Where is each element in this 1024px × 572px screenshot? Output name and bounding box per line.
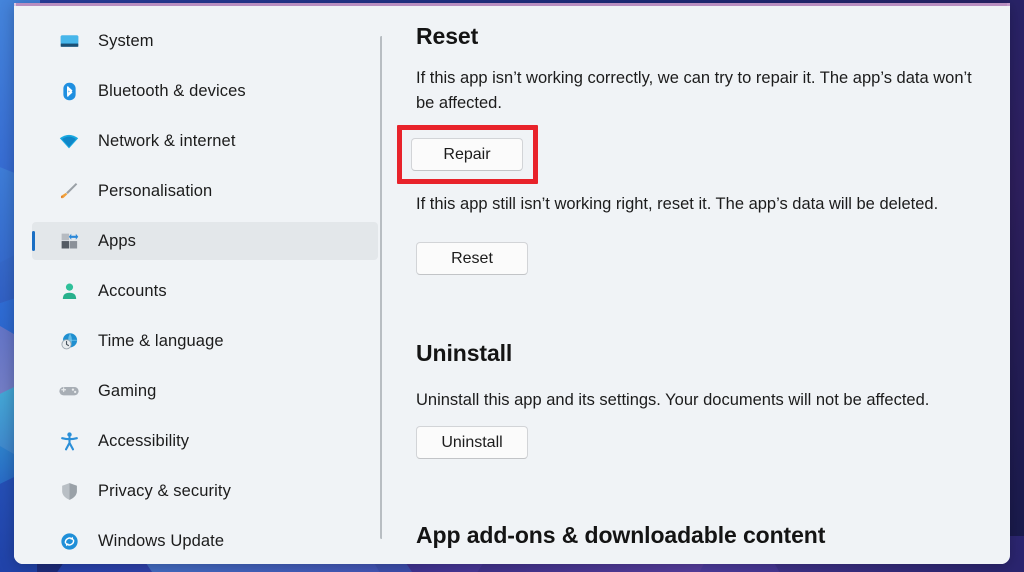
- sidebar-item-windows-update[interactable]: Windows Update: [32, 522, 378, 560]
- clock-globe-icon: [58, 330, 80, 352]
- paintbrush-icon: [58, 180, 80, 202]
- sidebar-item-bluetooth-devices[interactable]: Bluetooth & devices: [32, 72, 378, 110]
- apps-icon: [58, 230, 80, 252]
- bluetooth-icon: [58, 80, 80, 102]
- uninstall-button[interactable]: Uninstall: [416, 426, 528, 459]
- sidebar-item-label: Time & language: [98, 331, 224, 350]
- sidebar-item-label: Gaming: [98, 381, 157, 400]
- accessibility-icon: [58, 430, 80, 452]
- settings-sidebar: System Bluetooth & devices Network & int…: [14, 6, 382, 564]
- main-content: Reset If this app isn’t working correctl…: [382, 6, 1010, 564]
- desktop: System Bluetooth & devices Network & int…: [0, 0, 1024, 572]
- gamepad-icon: [58, 380, 80, 402]
- sidebar-item-accessibility[interactable]: Accessibility: [32, 422, 378, 460]
- uninstall-description: Uninstall this app and its settings. You…: [416, 391, 930, 409]
- selection-indicator: [32, 231, 35, 251]
- sidebar-item-label: Accessibility: [98, 431, 190, 450]
- sidebar-item-label: Windows Update: [98, 531, 225, 550]
- sidebar-item-apps[interactable]: Apps: [32, 222, 378, 260]
- reset-button[interactable]: Reset: [416, 242, 528, 275]
- update-refresh-icon: [58, 530, 80, 552]
- repair-button[interactable]: Repair: [411, 138, 523, 171]
- settings-window: System Bluetooth & devices Network & int…: [14, 3, 1010, 564]
- uninstall-section-heading: Uninstall: [416, 340, 513, 366]
- shield-icon: [58, 480, 80, 502]
- sidebar-item-label: Accounts: [98, 281, 167, 300]
- sidebar-item-personalisation[interactable]: Personalisation: [32, 172, 378, 210]
- sidebar-item-label: Bluetooth & devices: [98, 81, 246, 100]
- sidebar-item-label: Network & internet: [98, 131, 236, 150]
- reset-section-heading: Reset: [416, 23, 479, 49]
- sidebar-item-label: Privacy & security: [98, 481, 231, 500]
- person-icon: [58, 280, 80, 302]
- addons-section-heading: App add-ons & downloadable content: [416, 522, 826, 548]
- sidebar-item-label: Personalisation: [98, 181, 213, 200]
- repair-description: If this app isn’t working correctly, we …: [416, 69, 972, 113]
- monitor-icon: [58, 30, 80, 52]
- wifi-icon: [58, 130, 80, 152]
- sidebar-item-time-language[interactable]: Time & language: [32, 322, 378, 360]
- sidebar-item-gaming[interactable]: Gaming: [32, 372, 378, 410]
- sidebar-item-system[interactable]: System: [32, 22, 378, 60]
- sidebar-item-network-internet[interactable]: Network & internet: [32, 122, 378, 160]
- sidebar-item-label: Apps: [98, 231, 137, 250]
- sidebar-item-accounts[interactable]: Accounts: [32, 272, 378, 310]
- reset-button-container: Reset: [416, 242, 528, 275]
- sidebar-item-privacy-security[interactable]: Privacy & security: [32, 472, 378, 510]
- reset-description: If this app still isn’t working right, r…: [416, 195, 939, 213]
- sidebar-item-label: System: [98, 31, 154, 50]
- uninstall-button-container: Uninstall: [416, 426, 528, 459]
- repair-button-highlight: Repair: [397, 125, 538, 184]
